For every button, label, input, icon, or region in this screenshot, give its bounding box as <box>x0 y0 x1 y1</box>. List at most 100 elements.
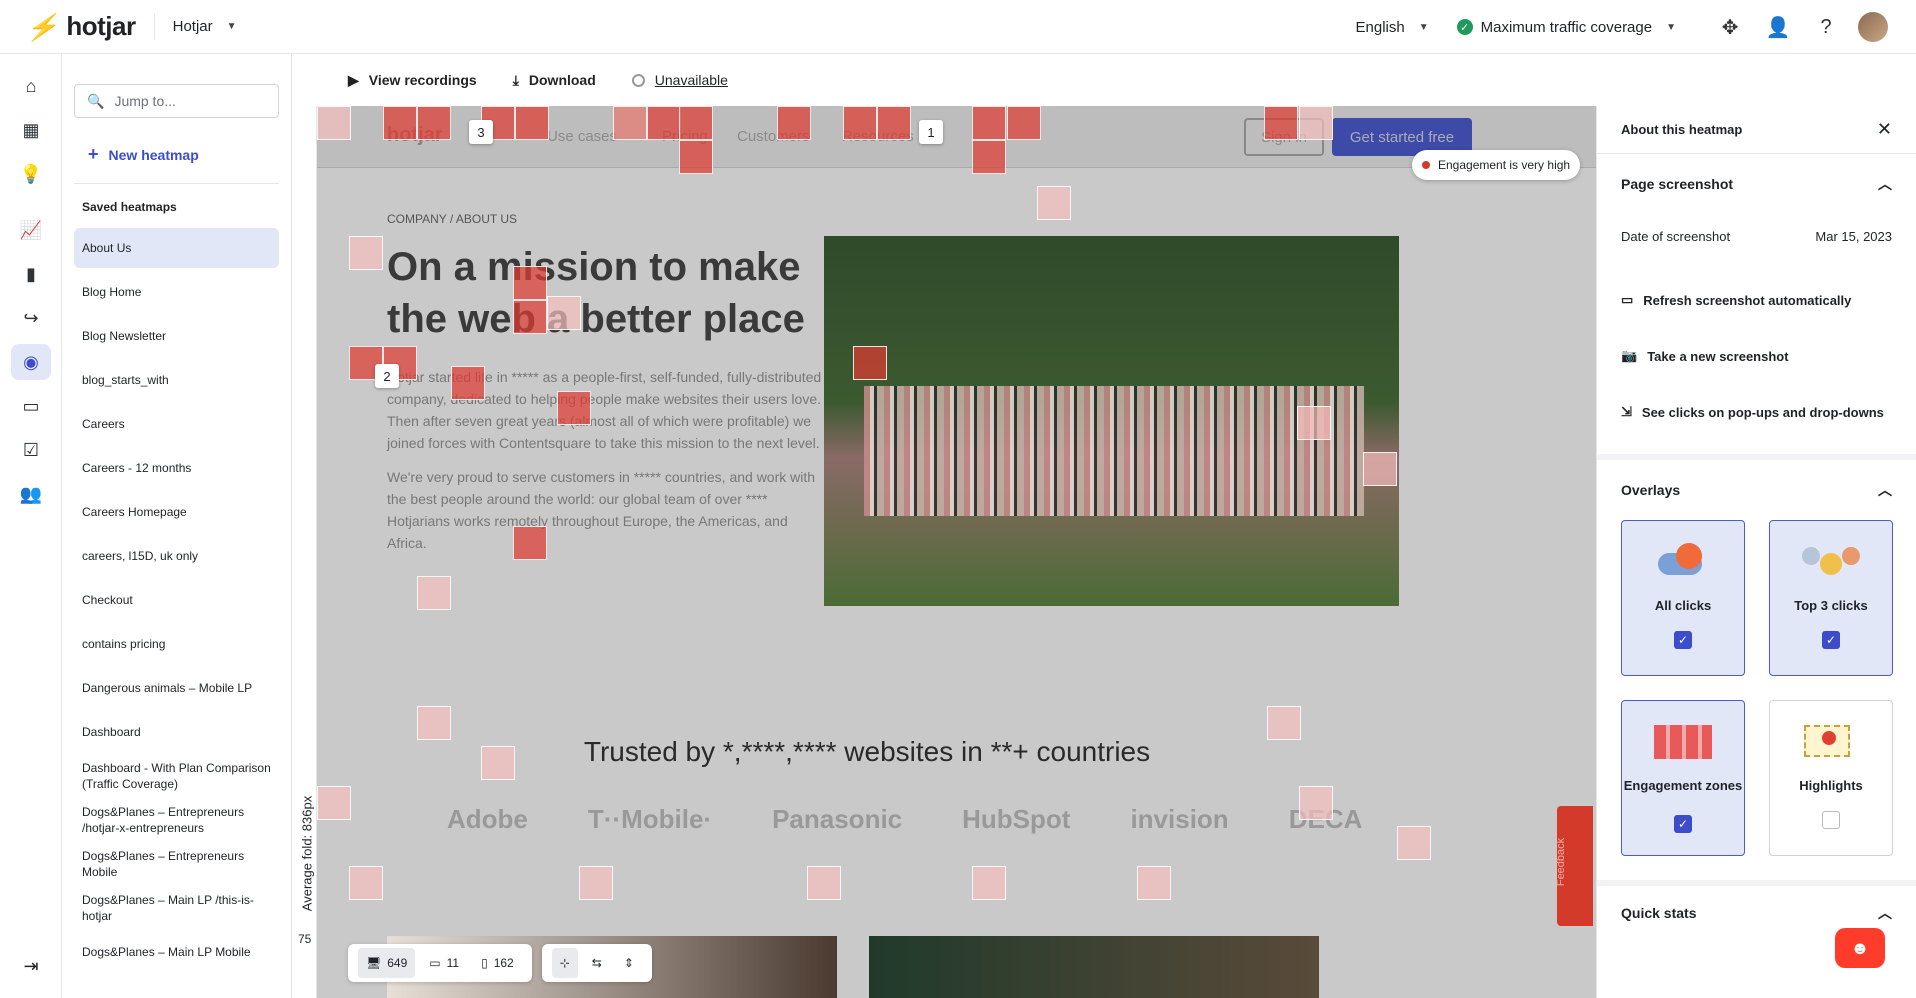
top-click-marker[interactable]: 2 <box>375 364 399 388</box>
list-item[interactable]: Careers <box>74 404 279 444</box>
overlay-checkbox[interactable] <box>1822 811 1840 829</box>
engagement-cell[interactable] <box>777 106 811 140</box>
engagement-cell[interactable] <box>1264 106 1298 140</box>
jump-to-input[interactable]: 🔍 Jump to... <box>74 84 279 118</box>
overlay-highlights[interactable]: Highlights <box>1769 700 1893 856</box>
help-icon[interactable]: ? <box>1802 0 1850 54</box>
engagement-cell[interactable] <box>1037 186 1071 220</box>
engagement-cell[interactable] <box>515 106 549 140</box>
list-item[interactable]: Dashboard <box>74 712 279 752</box>
list-item[interactable]: Blog Home <box>74 272 279 312</box>
list-item[interactable]: Dogs&Planes – Main LP /this-is-hotjar <box>74 888 279 928</box>
hotjar-logo[interactable]: ⚡ hotjar <box>24 11 136 42</box>
engagement-cell[interactable] <box>972 106 1006 140</box>
overlay-all-clicks[interactable]: All clicks ✓ <box>1621 520 1745 676</box>
engagement-cell[interactable] <box>807 866 841 900</box>
engagement-cell[interactable] <box>557 391 591 425</box>
list-item[interactable]: Dogs&Planes – Entrepreneurs Mobile <box>74 844 279 884</box>
engagement-cell[interactable] <box>853 346 887 380</box>
engagement-cell[interactable] <box>1363 452 1397 486</box>
overlay-top-3-clicks[interactable]: Top 3 clicks ✓ <box>1769 520 1893 676</box>
collapse-sidebar-icon[interactable]: ⇥ <box>0 944 62 988</box>
page-screenshot[interactable]: hotjar Use cases Pricing Customers Resou… <box>317 106 1596 998</box>
engagement-cell[interactable] <box>647 106 681 140</box>
engagement-cell[interactable] <box>679 106 713 140</box>
trends-icon[interactable]: 📈 <box>0 208 62 252</box>
top-click-marker[interactable]: 1 <box>919 120 943 144</box>
language-selector[interactable]: English ▼ <box>1356 19 1429 36</box>
engagement-cell[interactable] <box>417 106 451 140</box>
engagement-cell[interactable] <box>1299 786 1333 820</box>
engagement-cell[interactable] <box>613 106 647 140</box>
engagement-cell[interactable] <box>1297 406 1331 440</box>
invite-user-icon[interactable]: 👤 <box>1754 0 1802 54</box>
engagement-cell[interactable] <box>349 236 383 270</box>
engagement-cell[interactable] <box>317 786 351 820</box>
refresh-screenshot-button[interactable]: ▭ Refresh screenshot automatically <box>1597 272 1916 328</box>
interviews-icon[interactable]: 👥 <box>0 472 62 516</box>
engagement-cell[interactable] <box>972 866 1006 900</box>
list-item[interactable]: Dogs&Planes – Entrepreneurs /hotjar-x-en… <box>74 800 279 840</box>
engagement-cell[interactable] <box>417 706 451 740</box>
overlay-checkbox[interactable]: ✓ <box>1822 631 1840 649</box>
overlay-engagement-zones[interactable]: Engagement zones ✓ <box>1621 700 1745 856</box>
engagement-cell[interactable] <box>547 296 581 330</box>
engagement-cell[interactable] <box>513 266 547 300</box>
funnels-icon[interactable]: ▮ <box>0 252 62 296</box>
integrations-icon[interactable]: ✥ <box>1706 0 1754 54</box>
engagement-cell[interactable] <box>481 746 515 780</box>
list-item[interactable]: About Us <box>74 228 279 268</box>
view-recordings-button[interactable]: ▶ View recordings <box>348 72 477 89</box>
heatmaps-icon[interactable]: ◉ <box>0 340 62 384</box>
close-icon[interactable]: ✕ <box>1877 119 1892 140</box>
engagement-cell[interactable] <box>972 140 1006 174</box>
top-click-marker[interactable]: 3 <box>469 120 493 144</box>
scroll-map-icon[interactable]: ⇕ <box>616 948 642 978</box>
traffic-coverage-selector[interactable]: ✓ Maximum traffic coverage ▼ <box>1456 19 1676 36</box>
overlays-toggle[interactable]: Overlays ︿ <box>1597 460 1916 520</box>
take-screenshot-button[interactable]: 📷 Take a new screenshot <box>1597 328 1916 384</box>
engagement-cell[interactable] <box>417 576 451 610</box>
avatar[interactable] <box>1858 12 1888 42</box>
recordings-icon[interactable]: ↪ <box>0 296 62 340</box>
insights-icon[interactable]: 💡 <box>0 152 62 196</box>
unavailable-link[interactable]: Unavailable <box>631 72 728 88</box>
engagement-cell[interactable] <box>679 140 713 174</box>
dashboard-icon[interactable]: ▦ <box>0 108 62 152</box>
list-item[interactable]: blog_starts_with <box>74 360 279 400</box>
list-item[interactable]: careers, l15D, uk only <box>74 536 279 576</box>
engagement-cell[interactable] <box>579 866 613 900</box>
engagement-cell[interactable] <box>349 866 383 900</box>
engagement-cell[interactable] <box>1007 106 1041 140</box>
engagement-cell[interactable] <box>877 106 911 140</box>
org-selector[interactable]: Hotjar ▼ <box>173 18 237 35</box>
list-item[interactable]: contains pricing <box>74 624 279 664</box>
engagement-cell[interactable] <box>513 300 547 334</box>
desktop-tab[interactable]: 🖥 649 <box>358 948 416 978</box>
feedback-icon[interactable]: ▭ <box>0 384 62 428</box>
engagement-cell[interactable] <box>1267 706 1301 740</box>
chat-widget-button[interactable]: ☻ <box>1835 928 1885 968</box>
list-item[interactable]: Careers - 12 months <box>74 448 279 488</box>
tablet-tab[interactable]: ▭ 11 <box>421 948 467 978</box>
home-icon[interactable]: ⌂ <box>0 64 62 108</box>
list-item[interactable]: Dangerous animals – Mobile LP <box>74 668 279 708</box>
engagement-cell[interactable] <box>317 106 351 140</box>
engagement-cell[interactable] <box>513 526 547 560</box>
click-map-icon[interactable]: ⊹ <box>551 948 578 978</box>
engagement-cell[interactable] <box>383 106 417 140</box>
engagement-cell[interactable] <box>843 106 877 140</box>
download-button[interactable]: ⤓ Download <box>513 72 596 89</box>
engagement-cell[interactable] <box>1137 866 1171 900</box>
engagement-cell[interactable] <box>451 366 485 400</box>
see-clicks-popups-button[interactable]: ⇲ See clicks on pop-ups and drop-downs <box>1597 384 1916 440</box>
engagement-cell[interactable] <box>1397 826 1431 860</box>
list-item[interactable]: Dashboard - With Plan Comparison (Traffi… <box>74 756 279 796</box>
list-item[interactable]: Dogs&Planes – Main LP Mobile <box>74 932 279 972</box>
engagement-cell[interactable] <box>1299 106 1333 140</box>
page-screenshot-toggle[interactable]: Page screenshot ︿ <box>1597 154 1916 214</box>
list-item[interactable]: Checkout <box>74 580 279 620</box>
mobile-tab[interactable]: ▯ 162 <box>473 948 522 978</box>
overlay-checkbox[interactable]: ✓ <box>1674 815 1692 833</box>
new-heatmap-button[interactable]: + New heatmap <box>88 144 291 165</box>
